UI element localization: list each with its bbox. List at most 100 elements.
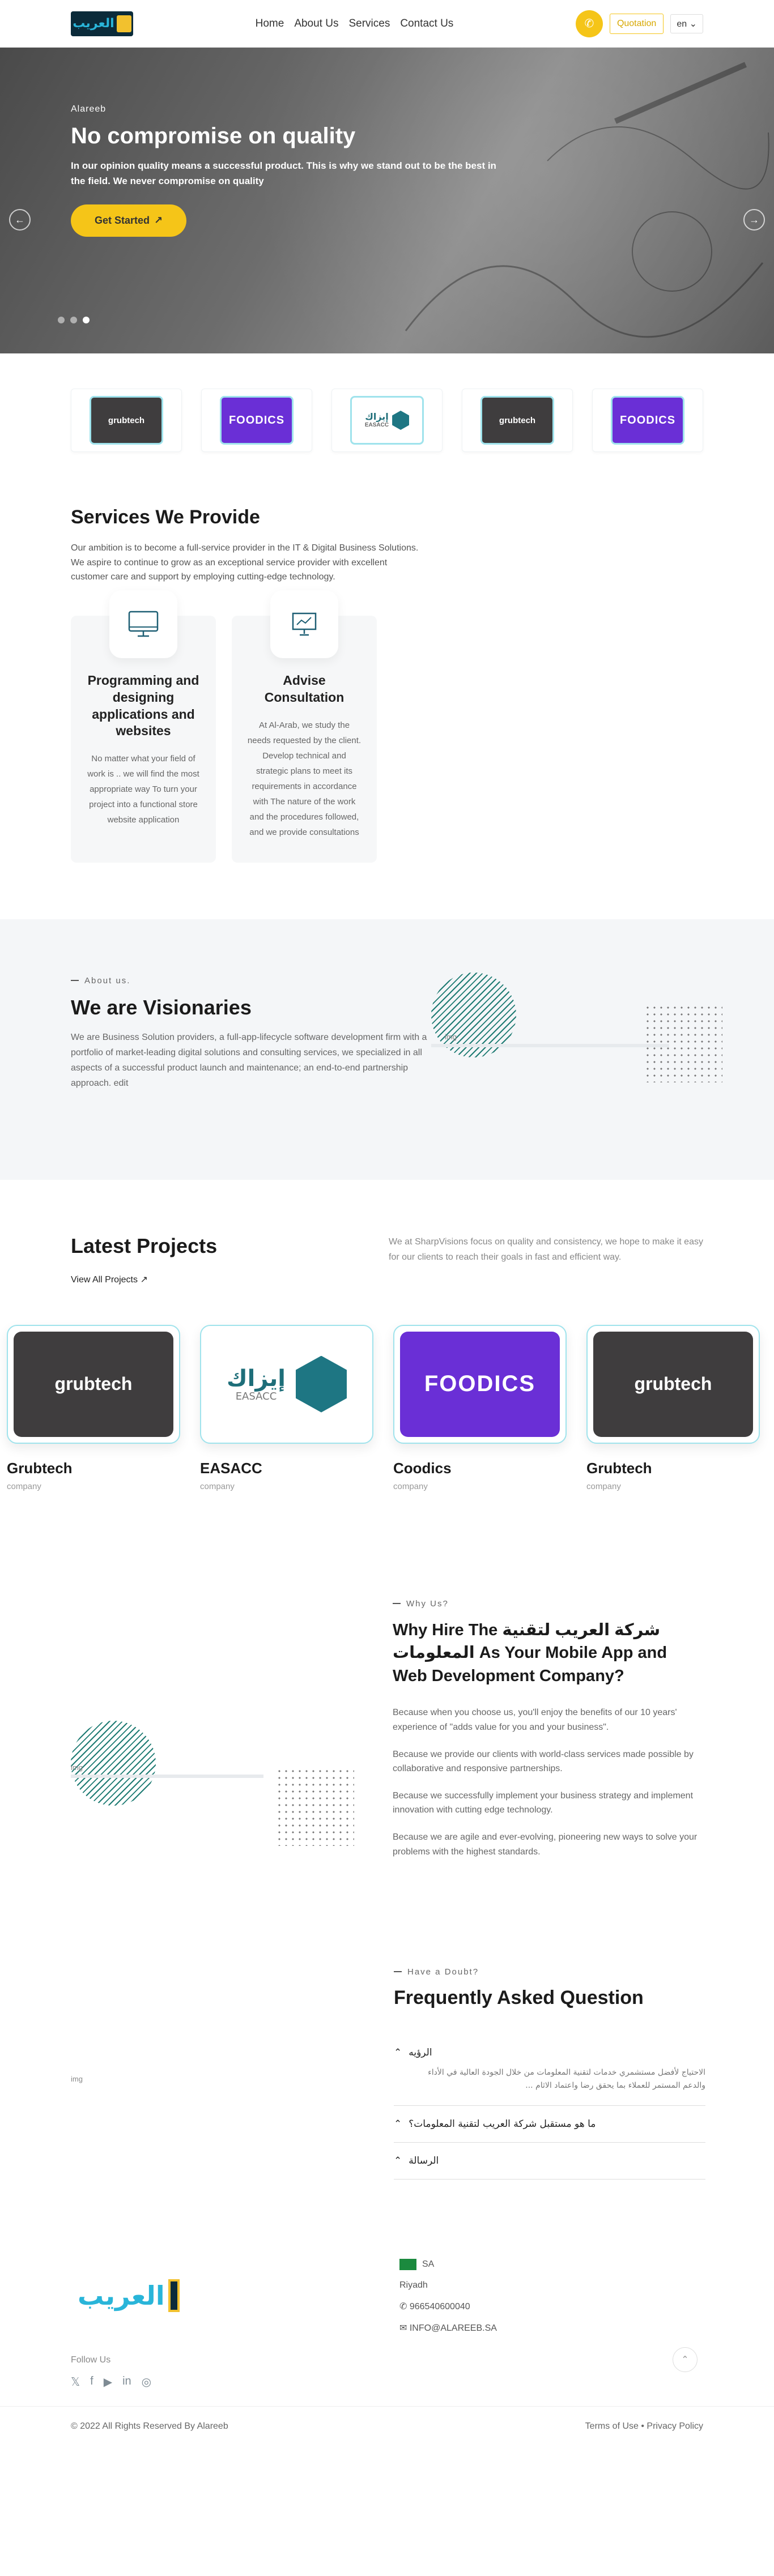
hexagon-icon: [295, 1355, 347, 1413]
twitter-icon[interactable]: 𝕏: [71, 2375, 80, 2389]
about-section: About us. We are Visionaries We are Busi…: [0, 919, 774, 1180]
project-logo: grubtech: [593, 1331, 753, 1437]
project-type: company: [7, 1481, 41, 1491]
project-image: grubtech: [7, 1324, 180, 1444]
nav-link-home[interactable]: Home: [256, 18, 284, 30]
hero-content: Alareeb No compromise on quality In our …: [71, 104, 501, 237]
scroll-to-top-button[interactable]: ⌃: [673, 2347, 698, 2372]
service-card-text: At Al-Arab, we study the needs requested…: [247, 720, 362, 837]
partner-logo-foodics: FOODICS: [611, 396, 684, 445]
logo-text: العريب: [73, 16, 114, 31]
projects-title: Latest Projects: [71, 1234, 218, 1257]
phone-button[interactable]: ✆: [575, 10, 603, 37]
partner-card[interactable]: grubtech: [462, 389, 573, 452]
logo-mark: [116, 15, 131, 32]
decorative-hatched-circle: [71, 1720, 156, 1806]
youtube-icon[interactable]: ▶: [104, 2375, 112, 2389]
nav-link-about[interactable]: About Us: [294, 18, 338, 30]
faq-question[interactable]: ⌃ الرؤيه: [394, 2047, 705, 2058]
faq-eyebrow: Have a Doubt?: [394, 1967, 705, 1977]
faq-question[interactable]: ⌃ ما هو مستقبل شركة العريب لتقنية المعلوم…: [394, 2118, 705, 2130]
project-card[interactable]: grubtech Grubtech company: [586, 1324, 760, 1491]
footer-logo[interactable]: العريب: [78, 2270, 180, 2321]
language-select[interactable]: en ⌄: [670, 14, 703, 33]
project-card[interactable]: grubtech Grubtech company: [7, 1324, 180, 1491]
partner-logo-foodics: FOODICS: [220, 396, 294, 445]
hero-dot[interactable]: [58, 317, 65, 323]
footer-logo-text: العريب: [78, 2280, 165, 2311]
footer: العريب Follow Us 𝕏 f ▶ in ◎ SA Riyadh ✆ …: [0, 2230, 774, 2446]
partner-card[interactable]: إيزاك EASACC: [331, 389, 443, 452]
hero-prev-button[interactable]: ←: [9, 209, 31, 231]
terms-link[interactable]: Terms of Use: [585, 2421, 639, 2431]
project-card[interactable]: إيزاك EASACC EASACC company: [200, 1324, 373, 1491]
view-all-label: View All Projects: [71, 1274, 138, 1285]
faq-question[interactable]: ⌃ الرسالة: [394, 2155, 705, 2166]
service-icon-box: [109, 590, 177, 658]
hero-eyebrow: Alareeb: [71, 104, 107, 114]
service-card-text: No matter what your field of work is .. …: [87, 754, 199, 825]
project-type: company: [200, 1481, 235, 1491]
why-paragraph: Because we are agile and ever-evolving, …: [393, 1832, 698, 1857]
faq-question-text: ما هو مستقبل شركة العريب لتقنية المعلوما…: [409, 2118, 596, 2130]
image-placeholder: [71, 1774, 263, 1778]
main-menu: Home About Us Services Contact Us: [256, 18, 454, 30]
chevron-up-icon: ⌃: [394, 2155, 402, 2167]
why-paragraph: Because we provide our clients with worl…: [393, 1749, 694, 1774]
project-name: EASACC: [200, 1459, 262, 1477]
service-card[interactable]: Programming and designing applications a…: [71, 590, 216, 863]
hero-dot-active[interactable]: [83, 317, 90, 323]
email-row[interactable]: ✉ INFO@ALAREEB.SA: [399, 2322, 497, 2334]
why-us-content: Why Us? Why Hire The شركة العريب لتقنية …: [393, 1599, 704, 1872]
project-card[interactable]: FOODICS Coodics company: [393, 1324, 567, 1491]
view-all-projects-link[interactable]: View All Projects ↗: [71, 1274, 217, 1285]
projects-list: grubtech Grubtech company إيزاك EASACC E…: [0, 1324, 774, 1491]
quotation-button[interactable]: Quotation: [609, 13, 664, 34]
faq-answer: الاحتياج لأفضل مستشمري خدمات لتقنية المع…: [428, 2067, 705, 2091]
faq-question-text: الرؤيه: [409, 2046, 432, 2058]
faq-section: img Have a Doubt? Frequently Asked Quest…: [0, 1967, 774, 2230]
faq-item[interactable]: ⌃ ما هو مستقبل شركة العريب لتقنية المعلوم…: [394, 2106, 705, 2143]
site-logo[interactable]: العريب: [71, 11, 133, 36]
projects-desc: We at SharpVisions focus on quality and …: [389, 1236, 703, 1262]
nav-link-services[interactable]: Services: [348, 18, 390, 30]
partner-card[interactable]: FOODICS: [201, 389, 312, 452]
service-cards: Programming and designing applications a…: [71, 590, 703, 863]
footer-logo-mark: [168, 2279, 180, 2312]
chevron-up-icon: ⌃: [394, 2046, 402, 2058]
privacy-link[interactable]: Privacy Policy: [647, 2421, 703, 2431]
partner-logo-grubtech: grubtech: [480, 396, 554, 445]
service-card[interactable]: Advise Consultation At Al-Arab, we study…: [232, 590, 377, 863]
nav-link-contact[interactable]: Contact Us: [400, 18, 453, 30]
linkedin-icon[interactable]: in: [122, 2375, 131, 2389]
image-placeholder: [431, 1043, 669, 1047]
partner-card[interactable]: grubtech: [71, 389, 182, 452]
decorative-dot-grid: [276, 1767, 354, 1846]
nav-actions: ✆ Quotation en ⌄: [575, 10, 703, 37]
facebook-icon[interactable]: f: [90, 2375, 93, 2389]
instagram-icon[interactable]: ◎: [142, 2375, 151, 2389]
email-address: INFO@ALAREEB.SA: [409, 2323, 497, 2333]
partner-logo-grubtech: grubtech: [90, 396, 163, 445]
partner-logo-sub: EASACC: [364, 422, 389, 429]
legal-links: Terms of Use • Privacy Policy: [585, 2421, 703, 2432]
project-logo: إيزاك EASACC: [207, 1331, 367, 1437]
phone-number: 966540600040: [409, 2301, 470, 2311]
faq-item[interactable]: ⌃ الرسالة: [394, 2143, 705, 2180]
monitor-icon: [128, 611, 159, 637]
projects-header: Latest Projects View All Projects ↗ We a…: [71, 1234, 703, 1285]
project-logo: grubtech: [14, 1331, 173, 1437]
partner-card[interactable]: FOODICS: [592, 389, 703, 452]
faq-item[interactable]: ⌃ الرؤيه الاحتياج لأفضل مستشمري خدمات لتق…: [394, 2035, 705, 2106]
faq-question-text: الرسالة: [409, 2155, 439, 2167]
project-image: grubtech: [586, 1324, 760, 1444]
language-value: en: [677, 19, 687, 29]
get-started-button[interactable]: Get Started ↗: [71, 204, 187, 237]
phone-row[interactable]: ✆ 966540600040: [399, 2301, 497, 2312]
project-logo: FOODICS: [400, 1331, 560, 1437]
hero-dots: [58, 317, 90, 323]
mail-icon: ✉: [399, 2323, 407, 2333]
arrow-up-right-icon: ↗: [154, 215, 163, 227]
hero-dot[interactable]: [70, 317, 77, 323]
hero-next-button[interactable]: →: [743, 209, 765, 231]
